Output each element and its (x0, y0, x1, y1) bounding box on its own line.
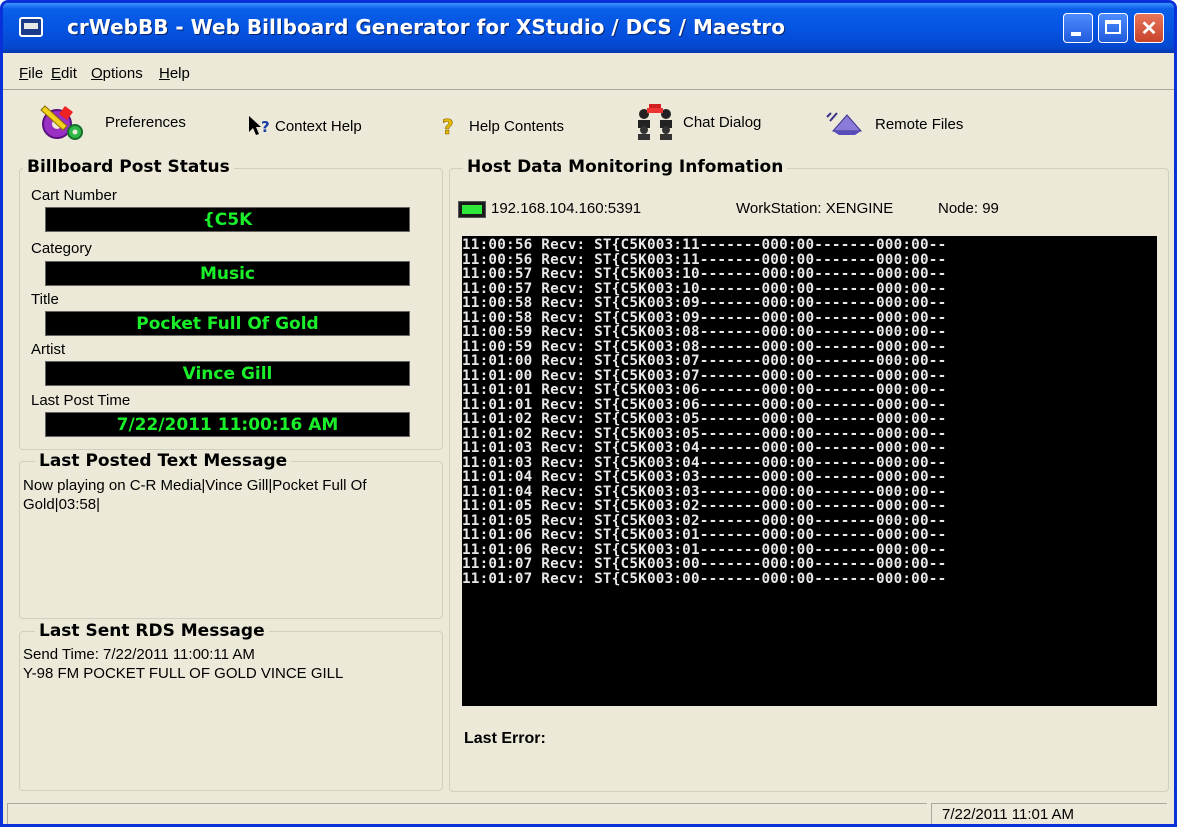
preferences-button[interactable]: Preferences (37, 105, 186, 140)
log-line: 11:01:05 Recv: ST{C5K003:02-------000:00… (462, 498, 947, 514)
log-line: 11:01:01 Recv: ST{C5K003:06-------000:00… (462, 382, 947, 398)
log-line: 11:01:02 Recv: ST{C5K003:05-------000:00… (462, 425, 947, 442)
status-datetime: 7/22/2011 11:01 AM (942, 806, 1075, 823)
last-rds-message-title: Last Sent RDS Message (35, 621, 269, 641)
minimize-button[interactable] (1063, 13, 1093, 43)
window-title: crWebBB - Web Billboard Generator for XS… (67, 15, 785, 39)
host-data-log[interactable]: 11:00:56 Recv: ST{C5K003:11-------000:00… (462, 236, 1157, 706)
preferences-label: Preferences (105, 113, 186, 131)
title-bar[interactable]: crWebBB - Web Billboard Generator for XS… (3, 3, 1174, 53)
log-line: 11:00:59 Recv: ST{C5K003:08-------000:00… (462, 324, 947, 340)
last-post-time-display: 7/22/2011 11:00:16 AM (45, 412, 410, 437)
main-window: crWebBB - Web Billboard Generator for XS… (0, 0, 1177, 827)
last-error-label: Last Error: (464, 730, 546, 747)
chat-people-icon (633, 104, 677, 140)
log-line: 11:01:00 Recv: ST{C5K003:07-------000:00… (462, 367, 947, 384)
last-posted-line-2: Gold|03:58| (23, 496, 101, 513)
title-label: Title (31, 291, 59, 308)
svg-text:?: ? (261, 118, 270, 136)
menu-edit[interactable]: Edit (51, 65, 77, 82)
help-contents-button[interactable]: ? Help Contents (439, 111, 564, 141)
connection-led-icon (458, 201, 486, 218)
artist-label: Artist (31, 341, 66, 358)
menu-help-mnemonic: H (159, 65, 170, 82)
host-address: 192.168.104.160:5391 (491, 200, 642, 217)
close-button[interactable] (1134, 13, 1164, 43)
last-post-time-label: Last Post Time (31, 392, 131, 409)
remote-files-icon (825, 109, 863, 139)
status-pane-main (7, 803, 927, 824)
menu-file-label: ile (28, 65, 44, 82)
maximize-button[interactable] (1098, 13, 1128, 43)
log-line: 11:00:57 Recv: ST{C5K003:10-------000:00… (462, 280, 947, 297)
question-icon: ? (439, 114, 461, 140)
category-label: Category (31, 240, 92, 257)
host-monitoring-title: Host Data Monitoring Infomation (463, 157, 788, 177)
log-line: 11:00:58 Recv: ST{C5K003:09-------000:00… (462, 309, 947, 326)
status-pane-datetime: 7/22/2011 11:01 AM (931, 803, 1167, 824)
menu-help-label: elp (169, 65, 190, 82)
remote-files-label: Remote Files (875, 115, 964, 133)
last-rds-line-2: Y-98 FM POCKET FULL OF GOLD VINCE GILL (23, 665, 344, 682)
log-line: 11:00:58 Recv: ST{C5K003:09-------000:00… (462, 295, 947, 311)
log-line: 11:01:06 Recv: ST{C5K003:01-------000:00… (462, 541, 947, 558)
log-line: 11:00:57 Recv: ST{C5K003:10-------000:00… (462, 266, 947, 282)
menu-bar: File Edit Options Help (3, 61, 1174, 87)
last-posted-message-title: Last Posted Text Message (35, 451, 292, 471)
log-line: 11:01:04 Recv: ST{C5K003:03-------000:00… (462, 469, 947, 485)
menu-file-mnemonic: F (19, 65, 29, 82)
log-line: 11:01:07 Recv: ST{C5K003:00-------000:00… (462, 556, 947, 572)
billboard-post-status-title: Billboard Post Status (23, 157, 234, 177)
node-label: Node: 99 (938, 200, 999, 217)
menu-help[interactable]: Help (159, 65, 190, 82)
help-contents-label: Help Contents (469, 117, 565, 135)
menu-edit-mnemonic: E (51, 65, 62, 82)
log-line: 11:01:03 Recv: ST{C5K003:04-------000:00… (462, 440, 947, 456)
last-rds-line-1: Send Time: 7/22/2011 11:00:11 AM (23, 646, 255, 663)
log-line: 11:01:07 Recv: ST{C5K003:00-------000:00… (462, 570, 947, 587)
menu-options-mnemonic: O (91, 65, 103, 82)
chat-dialog-button[interactable]: Chat Dialog (633, 104, 762, 140)
context-help-button[interactable]: ? Context Help (247, 111, 362, 141)
last-posted-line-1: Now playing on C-R Media|Vince Gill|Pock… (23, 477, 367, 494)
remote-files-button[interactable]: Remote Files (825, 109, 963, 139)
log-line: 11:01:04 Recv: ST{C5K003:03-------000:00… (462, 483, 947, 500)
log-line: 11:01:00 Recv: ST{C5K003:07-------000:00… (462, 353, 947, 369)
menu-file[interactable]: File (19, 65, 43, 82)
pointer-help-icon: ? (247, 114, 271, 138)
log-line: 11:00:56 Recv: ST{C5K003:11-------000:00… (462, 237, 947, 253)
cart-number-label: Cart Number (31, 187, 117, 204)
log-line: 11:00:56 Recv: ST{C5K003:11-------000:00… (462, 251, 947, 268)
log-line: 11:01:03 Recv: ST{C5K003:04-------000:00… (462, 454, 947, 471)
menu-edit-label: dit (61, 65, 77, 82)
cart-number-display: {C5K (45, 207, 410, 232)
svg-text:?: ? (442, 115, 454, 138)
chat-dialog-label: Chat Dialog (683, 113, 762, 131)
log-line: 11:00:59 Recv: ST{C5K003:08-------000:00… (462, 338, 947, 355)
status-bar: 7/22/2011 11:01 AM (3, 799, 1174, 824)
menu-options[interactable]: Options (91, 65, 143, 82)
workstation-label: WorkStation: XENGINE (736, 200, 894, 217)
gears-icon (37, 102, 85, 142)
context-help-label: Context Help (275, 117, 362, 135)
log-line: 11:01:02 Recv: ST{C5K003:05-------000:00… (462, 411, 947, 427)
app-icon[interactable] (19, 17, 43, 37)
artist-display: Vince Gill (45, 361, 410, 386)
log-line: 11:01:01 Recv: ST{C5K003:06-------000:00… (462, 396, 947, 413)
menu-separator (3, 89, 1174, 90)
menu-options-label: ptions (102, 65, 143, 82)
log-line: 11:01:05 Recv: ST{C5K003:02-------000:00… (462, 512, 947, 529)
title-display: Pocket Full Of Gold (45, 311, 410, 336)
category-display: Music (45, 261, 410, 286)
log-line: 11:01:06 Recv: ST{C5K003:01-------000:00… (462, 527, 947, 543)
